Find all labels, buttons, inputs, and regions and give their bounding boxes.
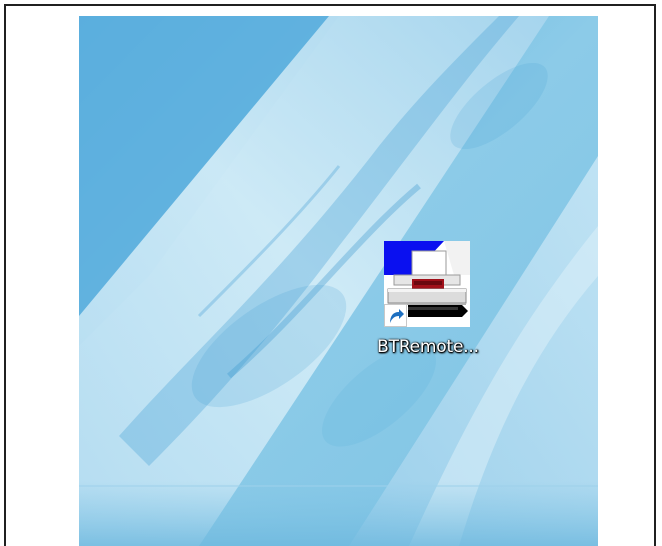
desktop-icon-label: BTRemote... [377,337,479,357]
shortcut-arrow-icon [384,304,407,327]
ice-wallpaper-image [79,16,598,546]
desktop-wallpaper: BTRemote... [79,16,598,546]
desktop-shortcut-btremote[interactable]: BTRemote... [366,241,490,363]
